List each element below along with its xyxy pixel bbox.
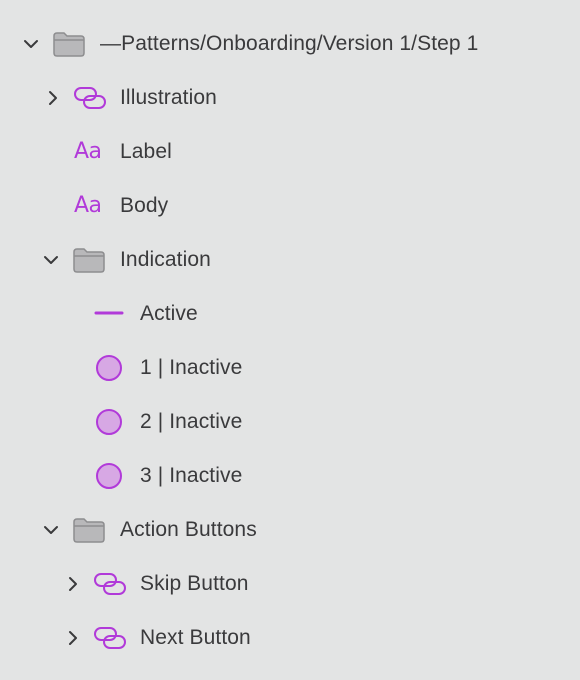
layer-row-skip-button[interactable]: Skip Button xyxy=(0,557,580,611)
component-link-icon xyxy=(94,573,126,595)
circle-icon xyxy=(96,463,122,489)
layer-label: Indication xyxy=(120,248,211,271)
layer-row-indication[interactable]: Indication xyxy=(0,233,580,287)
text-layer-icon: Aa xyxy=(74,139,102,164)
layer-row-action-buttons[interactable]: Action Buttons xyxy=(0,503,580,557)
component-link-icon xyxy=(74,87,106,109)
layer-row-body[interactable]: Aa Body xyxy=(0,179,580,233)
text-layer-icon: Aa xyxy=(74,193,102,218)
layer-label: Label xyxy=(120,140,172,163)
folder-icon xyxy=(73,248,105,273)
layer-row-inactive-2[interactable]: 2 | Inactive xyxy=(0,395,580,449)
layer-row-next-button[interactable]: Next Button xyxy=(0,611,580,665)
circle-icon xyxy=(96,409,122,435)
layer-row-active[interactable]: Active xyxy=(0,287,580,341)
layer-label: —Patterns/Onboarding/Version 1/Step 1 xyxy=(100,32,479,55)
layer-label: 3 | Inactive xyxy=(140,464,243,487)
layer-row-inactive-3[interactable]: 3 | Inactive xyxy=(0,449,580,503)
chevron-right-icon[interactable] xyxy=(63,574,83,594)
layer-label: Active xyxy=(140,302,198,325)
layers-tree: —Patterns/Onboarding/Version 1/Step 1 Il… xyxy=(0,0,580,680)
folder-icon xyxy=(73,518,105,543)
chevron-down-icon[interactable] xyxy=(41,520,61,540)
chevron-right-icon[interactable] xyxy=(63,628,83,648)
folder-icon xyxy=(53,32,85,57)
layer-label: Illustration xyxy=(120,86,217,109)
layer-row-label[interactable]: Aa Label xyxy=(0,125,580,179)
layer-label: 1 | Inactive xyxy=(140,356,243,379)
layer-row-step-1[interactable]: —Patterns/Onboarding/Version 1/Step 1 xyxy=(0,17,580,71)
layer-label: Next Button xyxy=(140,626,251,649)
layer-label: Action Buttons xyxy=(120,518,257,541)
chevron-down-icon[interactable] xyxy=(41,250,61,270)
layer-label: 2 | Inactive xyxy=(140,410,243,433)
chevron-right-icon[interactable] xyxy=(43,88,63,108)
chevron-down-icon[interactable] xyxy=(21,34,41,54)
component-link-icon xyxy=(94,627,126,649)
layer-row-illustration[interactable]: Illustration xyxy=(0,71,580,125)
layer-row-inactive-1[interactable]: 1 | Inactive xyxy=(0,341,580,395)
circle-icon xyxy=(96,355,122,381)
layer-label: Body xyxy=(120,194,169,217)
layer-label: Skip Button xyxy=(140,572,249,595)
line-icon xyxy=(94,311,124,315)
